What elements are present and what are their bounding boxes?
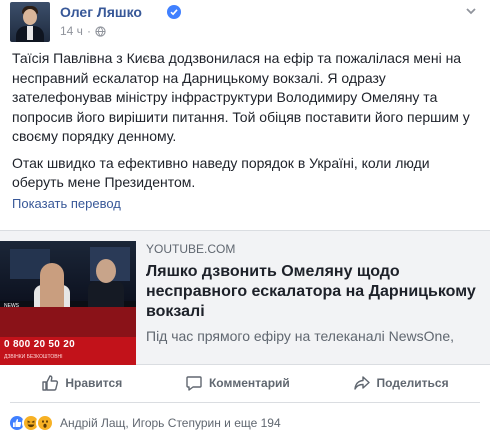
comment-label: Комментарий — [208, 376, 290, 390]
link-description: Під час прямого ефіру на телеканалі News… — [146, 328, 455, 344]
like-label: Нравится — [65, 376, 123, 390]
post-time[interactable]: 14 ч — [60, 24, 83, 38]
wow-icon — [36, 414, 54, 432]
post-card: Олег Ляшко 14 ч · Таїсія Павлівна з Києв… — [0, 0, 490, 444]
thumbnail-channel: NEWS — [4, 303, 19, 309]
post-meta: 14 ч · — [60, 24, 106, 38]
post-actions: Нравится Комментарий Поделиться — [10, 370, 480, 396]
comment-button[interactable]: Комментарий — [185, 370, 290, 396]
author-name[interactable]: Олег Ляшко — [60, 4, 142, 20]
post-body: Таїсія Павлівна з Києва додзвонилася на … — [12, 49, 482, 200]
globe-icon — [95, 25, 106, 37]
divider — [10, 402, 480, 403]
reactions-summary[interactable]: Андрій Лащ, Игорь Степурин и еще 194 — [8, 412, 281, 434]
post-header: Олег Ляшко 14 ч · — [10, 2, 480, 42]
link-preview[interactable]: NEWS 0 800 20 50 20 ДЗВІНКИ БЕЗКОШТОВНІ … — [0, 230, 490, 365]
post-paragraph: Отак швидко та ефективно наведу порядок … — [12, 154, 430, 191]
share-icon — [353, 374, 371, 392]
post-paragraph: Таїсія Павлівна з Києва додзвонилася на … — [12, 50, 470, 144]
link-domain: YOUTUBE.COM — [146, 242, 236, 256]
thumbnail-phone: 0 800 20 50 20 — [4, 339, 75, 350]
author-avatar[interactable] — [10, 2, 50, 42]
video-thumbnail[interactable]: NEWS 0 800 20 50 20 ДЗВІНКИ БЕЗКОШТОВНІ — [0, 241, 136, 365]
chevron-down-icon[interactable] — [464, 4, 478, 18]
share-label: Поделиться — [376, 376, 449, 390]
share-button[interactable]: Поделиться — [353, 370, 449, 396]
link-info: YOUTUBE.COM Ляшко дзвонить Омеляну щодо … — [146, 241, 482, 345]
like-button[interactable]: Нравится — [41, 370, 122, 396]
verified-badge-icon — [167, 5, 181, 19]
reaction-names[interactable]: Андрій Лащ, Игорь Степурин и еще 194 — [60, 416, 281, 430]
thumbnail-caption: ДЗВІНКИ БЕЗКОШТОВНІ — [4, 354, 63, 360]
comment-icon — [185, 374, 203, 392]
link-title[interactable]: Ляшко дзвонить Омеляну щодо несправного … — [146, 262, 482, 322]
thumbs-up-icon — [41, 374, 59, 392]
show-translation-link[interactable]: Показать перевод — [12, 196, 121, 211]
